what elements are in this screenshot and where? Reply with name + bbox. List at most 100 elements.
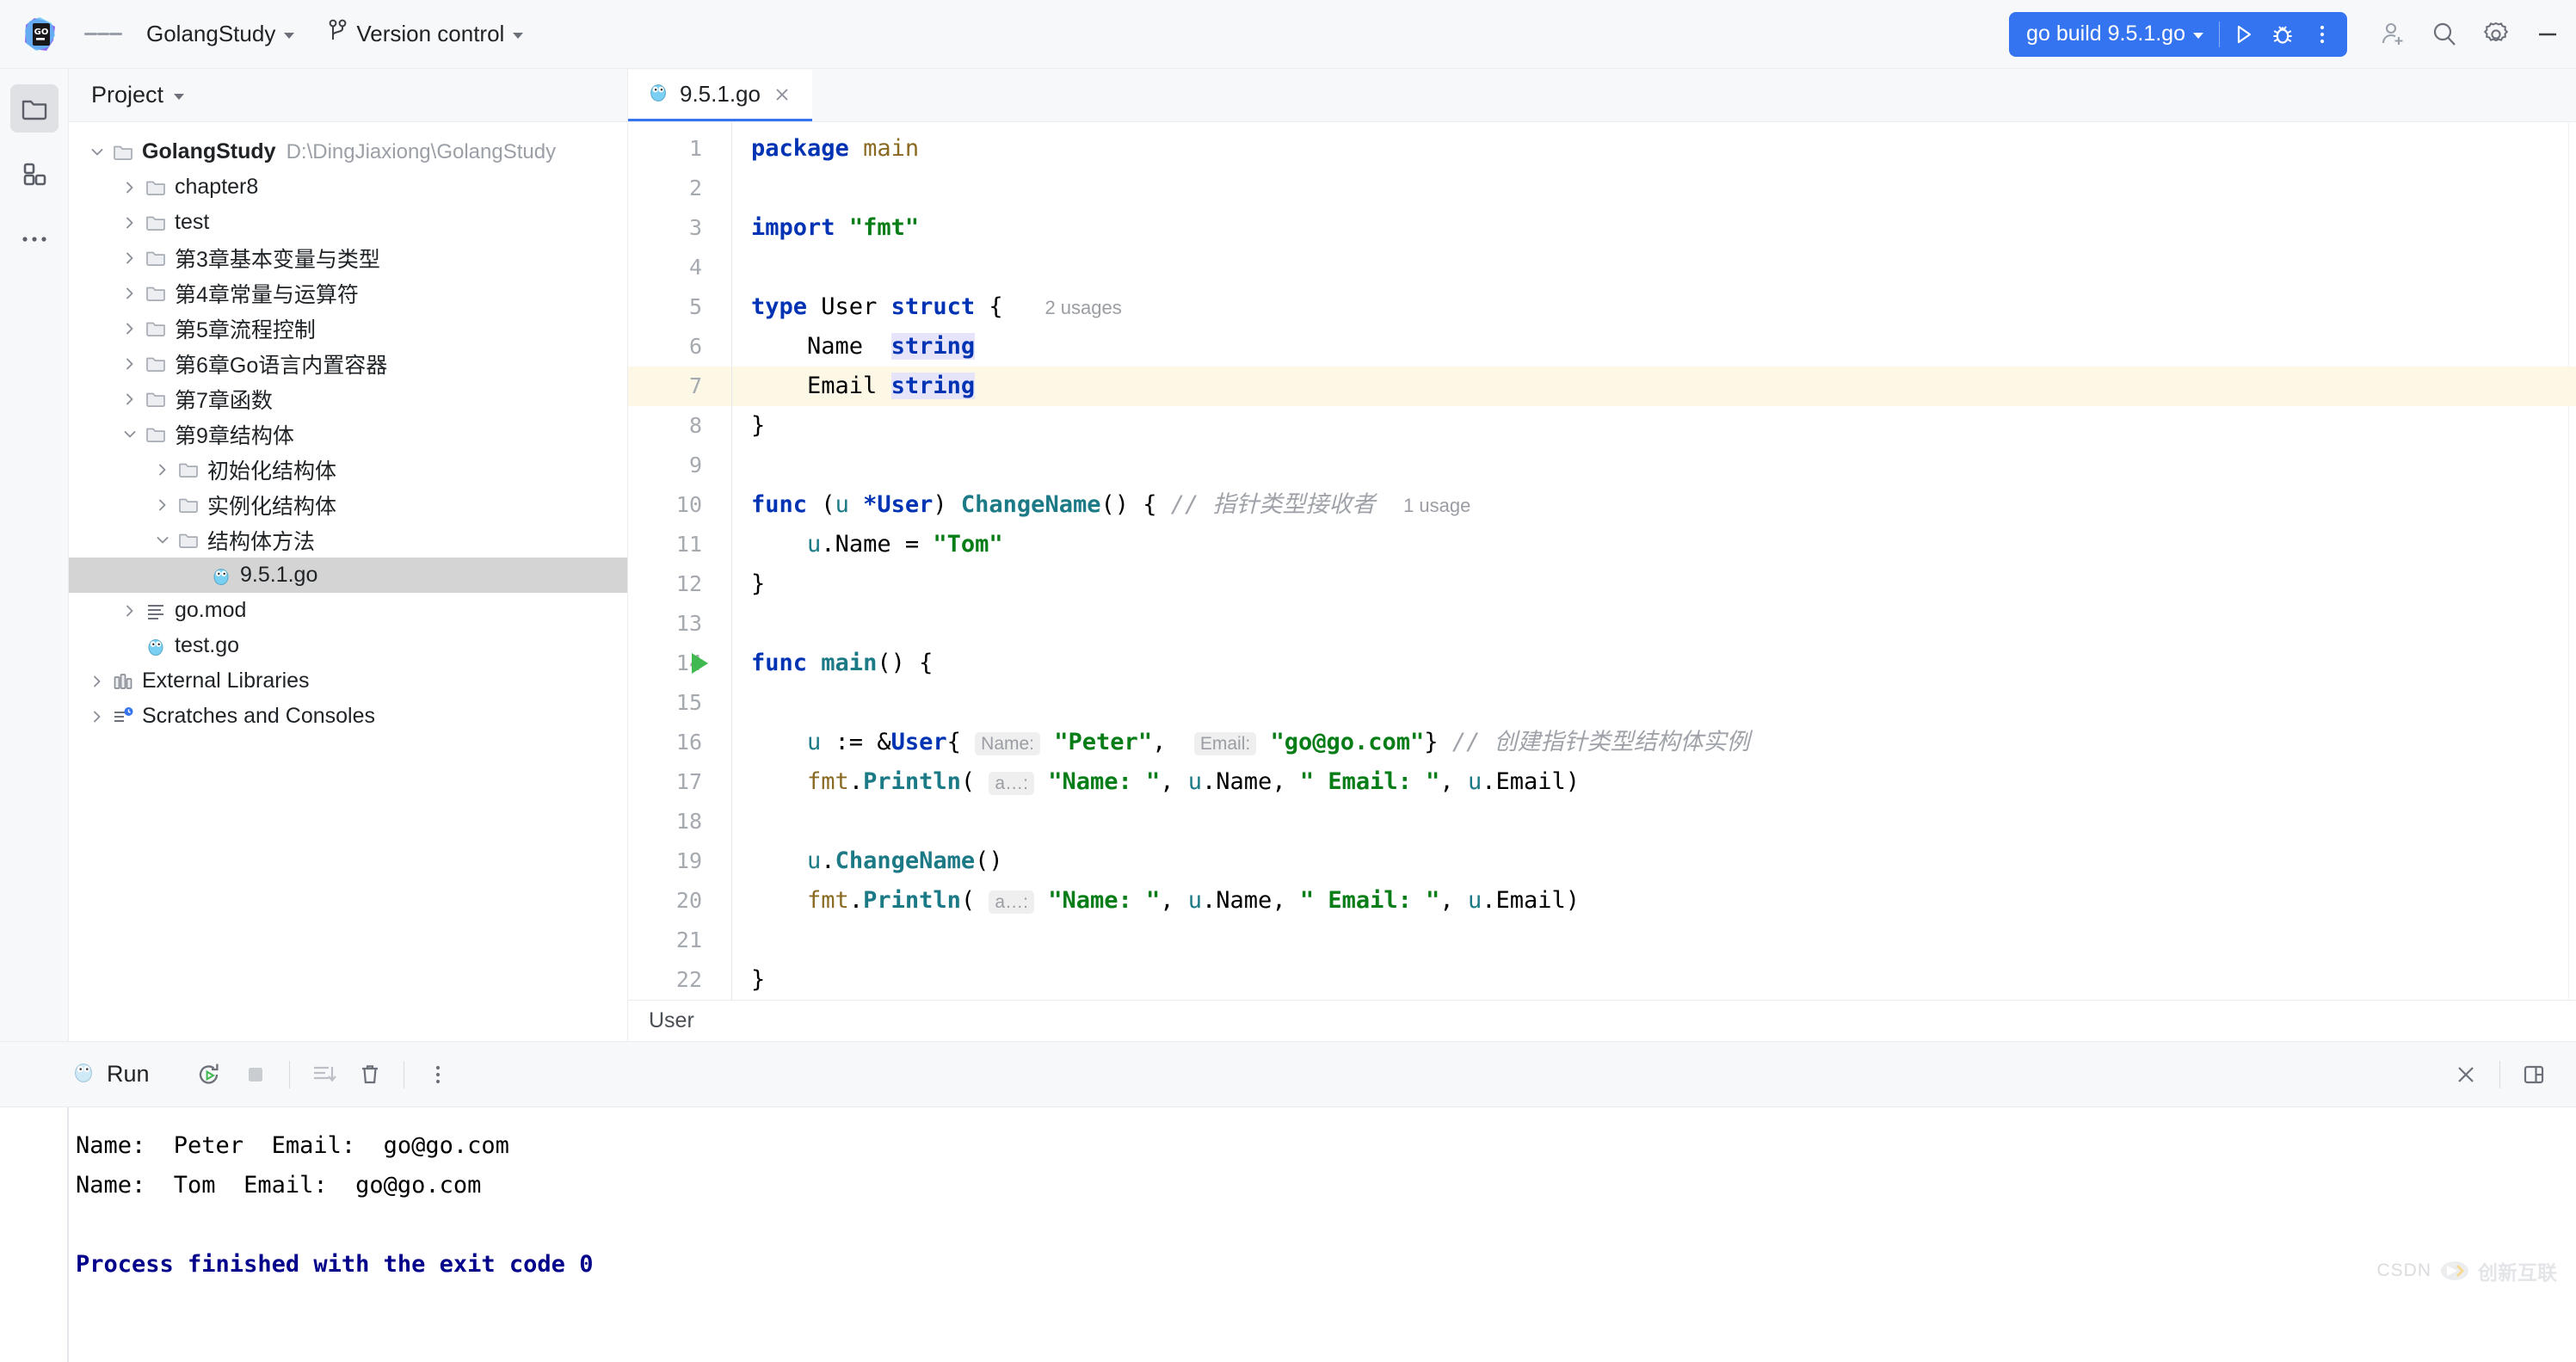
line-number: 1 (688, 136, 702, 161)
chevron-right-icon[interactable] (151, 497, 174, 513)
chevron-right-icon[interactable] (119, 180, 141, 195)
folder-icon (141, 317, 170, 340)
settings-button[interactable] (2473, 11, 2519, 58)
tree-row[interactable]: 第4章常量与运算符 (69, 275, 627, 311)
chevron-right-icon[interactable] (86, 709, 108, 724)
code-line[interactable]: u.Name = "Tom" (732, 525, 2576, 564)
rerun-button[interactable] (186, 1051, 232, 1098)
console-line: Name: Peter Email: go@go.com (76, 1132, 509, 1159)
editor-gutter[interactable]: 1234567891011121314151617181920212223 (628, 122, 731, 1000)
editor-tab-label: 9.5.1.go (680, 81, 761, 107)
tree-row-label: 9.5.1.go (240, 563, 318, 587)
code-line[interactable]: func main() { (732, 644, 2576, 683)
chevron-right-icon[interactable] (119, 250, 141, 266)
run-more-button[interactable] (2302, 15, 2342, 53)
code-line[interactable]: u := &User{ Name: "Peter", Email: "go@go… (732, 723, 2576, 762)
chevron-down-icon[interactable] (86, 145, 108, 160)
folder-icon (141, 282, 170, 305)
tree-row[interactable]: 第3章基本变量与类型 (69, 240, 627, 275)
code-line[interactable]: u.ChangeName() (732, 841, 2576, 881)
main-menu-button[interactable] (84, 15, 123, 53)
code-line[interactable]: import "fmt" (732, 208, 2576, 248)
scroll-to-end-button[interactable] (300, 1051, 347, 1098)
run-window-more-button[interactable] (415, 1051, 461, 1098)
tree-row[interactable]: 第7章函数 (69, 381, 627, 416)
chevron-right-icon[interactable] (151, 462, 174, 478)
tree-row-label: chapter8 (175, 175, 259, 199)
close-icon[interactable] (771, 83, 793, 106)
code-line[interactable]: type User struct { 2 usages (732, 287, 2576, 327)
breadcrumb-item-user[interactable]: User (649, 1008, 694, 1033)
stop-button[interactable] (232, 1051, 279, 1098)
editor-area: 9.5.1.go 1 2 3 4 5 6 7 8 9 10 11 12 13 14 15 16 17 18 19 20… (628, 69, 2576, 1041)
chevron-right-icon[interactable] (119, 321, 141, 336)
csdn-watermark: CSDN 创新互联 (2376, 1256, 2557, 1285)
folder-icon (141, 247, 170, 269)
folder-icon (141, 212, 170, 234)
code-line[interactable]: fmt.Println( a…: "Name: ", u.Name, " Ema… (732, 881, 2576, 921)
chevron-down-icon[interactable] (151, 533, 174, 548)
tree-row[interactable]: go.mod (69, 593, 627, 628)
chevron-right-icon[interactable] (119, 286, 141, 301)
project-panel-header: Project (69, 69, 627, 122)
tree-row[interactable]: 初始化结构体 (69, 452, 627, 487)
project-name-dropdown[interactable]: GolangStudy (136, 15, 305, 54)
folder-icon (141, 176, 170, 199)
folder-icon (141, 388, 170, 410)
folder-icon (141, 353, 170, 375)
tree-row[interactable]: External Libraries (69, 663, 627, 699)
tree-row[interactable]: 第9章结构体 (69, 416, 627, 452)
activity-structure-button[interactable] (10, 150, 59, 198)
code-line[interactable]: func (u *User) ChangeName() { // 指针类型接收者… (732, 485, 2576, 525)
code-line[interactable]: } (732, 960, 2576, 1000)
chevron-right-icon[interactable] (119, 391, 141, 407)
tree-row[interactable]: GolangStudy D:\DingJiaxiong\GolangStudy (69, 134, 627, 169)
console-line: Name: Tom Email: go@go.com (76, 1172, 482, 1199)
code-line[interactable]: } (732, 564, 2576, 604)
code-line[interactable]: fmt.Println( a…: "Name: ", u.Name, " Ema… (732, 762, 2576, 802)
code-line[interactable]: Name string (732, 327, 2576, 367)
run-button[interactable] (2223, 15, 2263, 53)
run-configuration-selector[interactable]: go build 9.5.1.go (2014, 15, 2215, 53)
run-console[interactable]: Name: Peter Email: go@go.com Name: Tom Em… (0, 1107, 2576, 1362)
code-line[interactable]: package main (732, 129, 2576, 169)
search-button[interactable] (2421, 11, 2468, 58)
tree-row-label: 第6章Go语言内置容器 (175, 353, 388, 378)
chevron-right-icon[interactable] (119, 603, 141, 619)
tree-row[interactable]: 结构体方法 (69, 522, 627, 558)
chevron-down-icon[interactable] (119, 427, 141, 442)
chevron-right-icon[interactable] (119, 356, 141, 372)
code-line[interactable]: } (732, 406, 2576, 446)
chevron-right-icon[interactable] (86, 674, 108, 689)
clear-all-button[interactable] (347, 1051, 393, 1098)
editor-code-column[interactable]: package main import "fmt" type User struct… (731, 122, 2576, 1000)
chevron-right-icon[interactable] (119, 215, 141, 231)
code-line[interactable]: Email string (732, 367, 2576, 406)
tree-row[interactable]: Scratches and Consoles (69, 699, 627, 734)
tree-row[interactable]: test (69, 205, 627, 240)
tree-row[interactable]: 第6章Go语言内置容器 (69, 346, 627, 381)
tree-row[interactable]: 9.5.1.go (69, 558, 627, 593)
line-number: 10 (675, 492, 702, 517)
minimize-button[interactable] (2524, 11, 2571, 58)
code-editor[interactable]: 1234567891011121314151617181920212223 pa… (628, 122, 2576, 1000)
layout-settings-button[interactable] (2511, 1051, 2557, 1098)
tree-row[interactable]: chapter8 (69, 169, 627, 205)
add-account-button[interactable] (2370, 11, 2416, 58)
activity-more-button[interactable] (10, 215, 59, 263)
tree-row[interactable]: 实例化结构体 (69, 487, 627, 522)
tree-row[interactable]: test.go (69, 628, 627, 663)
chevron-down-icon[interactable] (174, 93, 185, 100)
tree-row[interactable]: 第5章流程控制 (69, 311, 627, 346)
toolbar-divider (2499, 1060, 2500, 1088)
gutter-run-marker[interactable] (692, 644, 708, 683)
close-run-window-button[interactable] (2443, 1051, 2489, 1098)
activity-project-button[interactable] (9, 84, 59, 133)
line-number: 5 (688, 294, 702, 319)
editor-tab-9-5-1-go[interactable]: 9.5.1.go (628, 70, 812, 121)
version-control-label: Version control (356, 21, 505, 46)
line-number: 2 (688, 176, 702, 200)
version-control-dropdown[interactable]: Version control (318, 15, 533, 54)
debug-button[interactable] (2263, 15, 2302, 53)
